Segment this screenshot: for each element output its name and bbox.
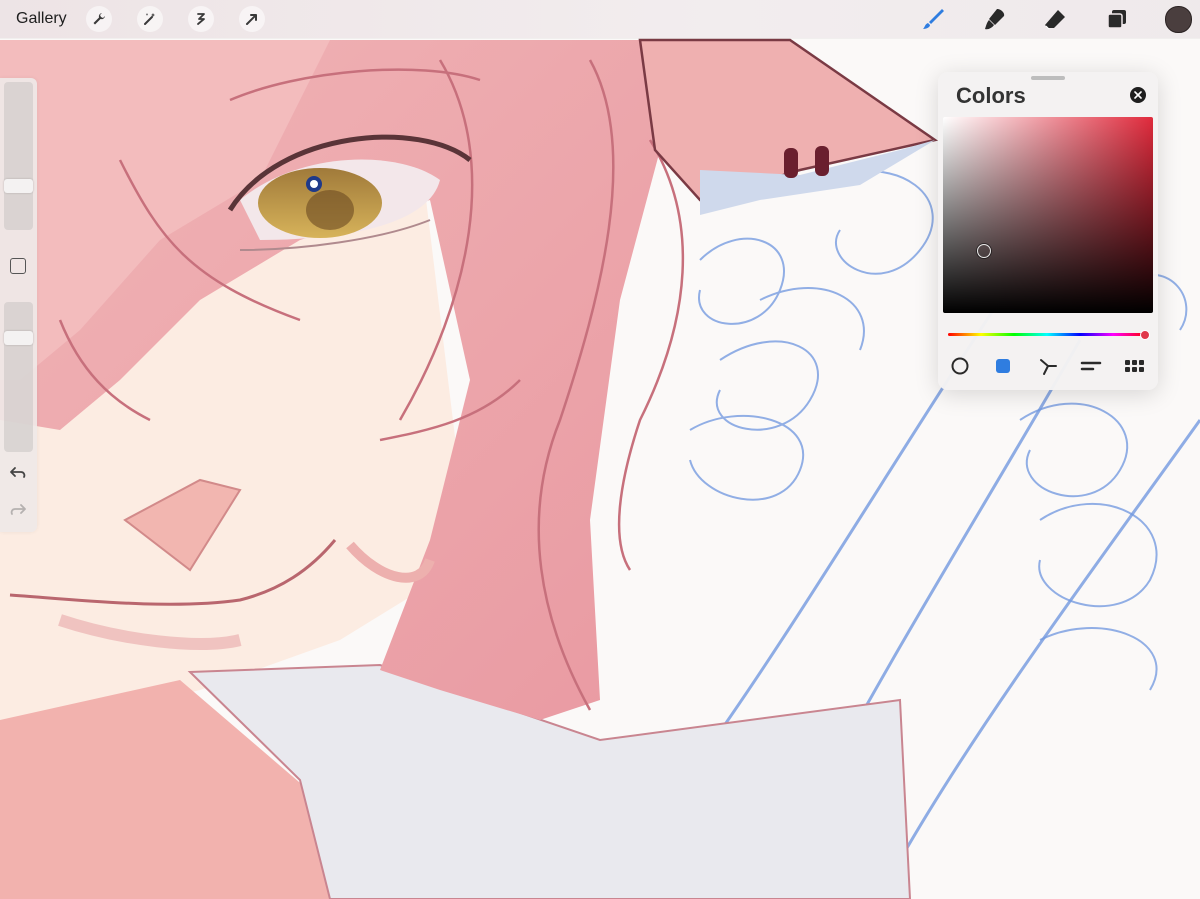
opacity-slider[interactable]: [4, 302, 33, 452]
brush-size-thumb[interactable]: [4, 179, 33, 193]
panel-grabber[interactable]: [1031, 76, 1065, 80]
selection-icon[interactable]: [188, 6, 214, 32]
classic-mode-icon[interactable]: [990, 355, 1016, 377]
brush-icon[interactable]: [919, 5, 947, 33]
value-mode-icon[interactable]: [1078, 355, 1104, 377]
close-icon[interactable]: [1130, 87, 1146, 103]
colors-panel: Colors: [938, 72, 1158, 390]
saturation-brightness-picker[interactable]: [943, 117, 1153, 313]
brush-size-slider[interactable]: [4, 82, 33, 230]
top-toolbar: Gallery: [0, 0, 1200, 38]
undo-icon[interactable]: [8, 464, 28, 482]
disc-mode-icon[interactable]: [947, 355, 973, 377]
hue-slider[interactable]: [948, 333, 1146, 336]
hue-slider-knob[interactable]: [1140, 330, 1150, 340]
left-sidebar: [0, 78, 37, 532]
palettes-mode-icon[interactable]: [1122, 355, 1148, 377]
color-picker-marker[interactable]: [977, 244, 991, 258]
opacity-thumb[interactable]: [4, 331, 33, 345]
magic-wand-icon[interactable]: [137, 6, 163, 32]
layers-icon[interactable]: [1103, 5, 1131, 33]
gallery-button[interactable]: Gallery: [16, 10, 67, 28]
modify-button[interactable]: [10, 258, 26, 274]
panel-title: Colors: [956, 83, 1026, 108]
current-color-swatch[interactable]: [1165, 6, 1192, 33]
eraser-icon[interactable]: [1041, 5, 1069, 33]
redo-icon[interactable]: [8, 501, 28, 519]
transform-icon[interactable]: [239, 6, 265, 32]
smudge-icon[interactable]: [981, 5, 1009, 33]
wrench-icon[interactable]: [86, 6, 112, 32]
harmony-mode-icon[interactable]: [1035, 355, 1061, 377]
